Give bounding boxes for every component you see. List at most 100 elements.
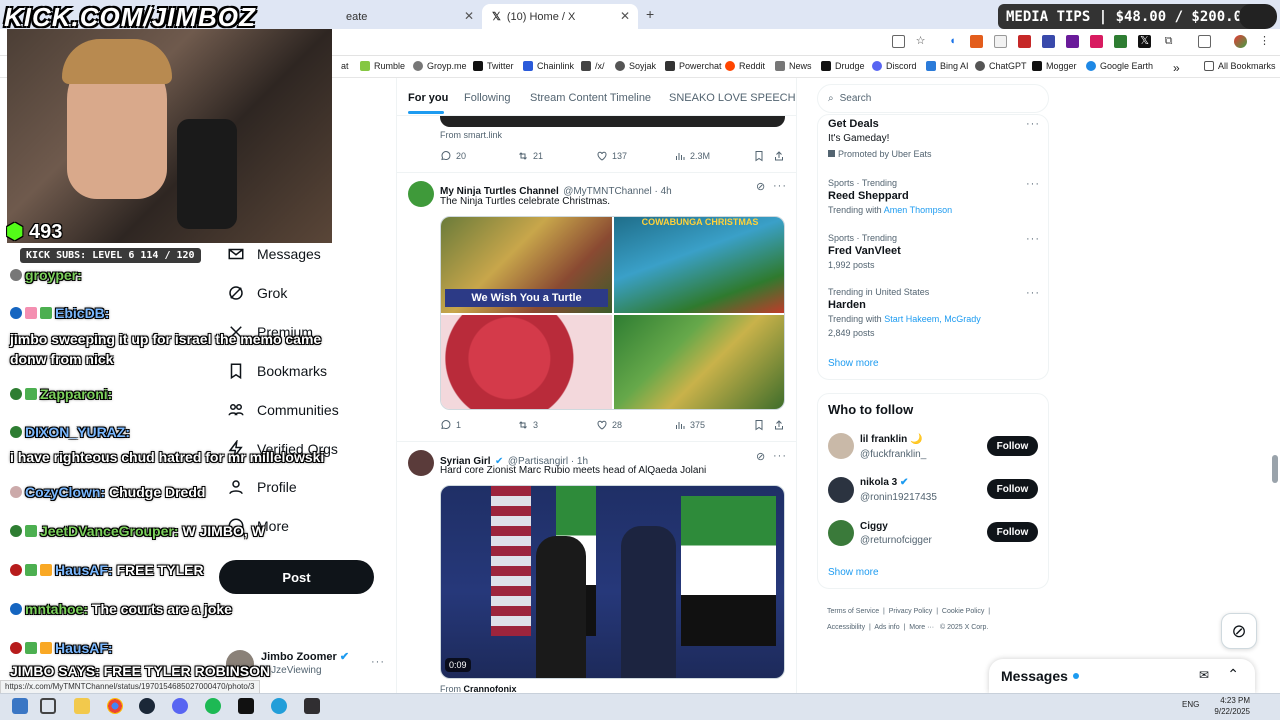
tweet-image[interactable] [614, 315, 784, 409]
tab-for-you[interactable]: For you [408, 92, 448, 104]
follow-button[interactable]: Follow [987, 436, 1038, 456]
footer-link[interactable]: Privacy Policy [889, 608, 933, 615]
show-more-trends-link[interactable]: Show more [828, 358, 879, 369]
bookmark-star-icon[interactable]: ☆ [914, 35, 927, 48]
tab-x-home[interactable]: 𝕏 (10) Home / X ✕ [482, 4, 638, 29]
more-options-icon[interactable]: ··· [1026, 287, 1040, 299]
metamask-extension-icon[interactable] [970, 35, 983, 48]
all-bookmarks-button[interactable]: All Bookmarks [1204, 61, 1276, 71]
link-source[interactable]: From smart.link [440, 130, 502, 140]
task-view-icon[interactable] [40, 698, 56, 714]
like-button[interactable]: 137 [596, 150, 627, 162]
chrome-icon[interactable] [107, 698, 123, 714]
more-bookmarks-button[interactable]: » [1173, 61, 1180, 75]
spotify-icon[interactable] [205, 698, 221, 714]
avatar[interactable] [828, 520, 854, 546]
footer-link[interactable]: Terms of Service [827, 608, 879, 615]
footer-link[interactable]: Cookie Policy [942, 608, 984, 615]
footer-link[interactable]: Ads info [874, 624, 899, 631]
language-indicator[interactable]: ENG [1182, 700, 1199, 709]
expand-icon[interactable]: ⌃ [1227, 666, 1239, 683]
like-button[interactable]: 28 [596, 419, 622, 431]
bookmark-x[interactable]: /x/ [581, 61, 605, 71]
promo-title[interactable]: Get Deals [828, 118, 879, 130]
more-options-icon[interactable]: ··· [773, 450, 787, 462]
bookmark-news[interactable]: News [775, 61, 812, 71]
nav-messages[interactable]: Messages [227, 245, 321, 263]
more-options-icon[interactable]: ··· [773, 180, 787, 192]
grok-icon[interactable]: ⊘ [756, 450, 766, 463]
bookmark-discord[interactable]: Discord [872, 61, 917, 71]
sidebar-toggle-icon[interactable] [1198, 35, 1211, 48]
telegram-icon[interactable] [271, 698, 287, 714]
install-app-icon[interactable] [892, 35, 905, 48]
terminal-icon[interactable] [238, 698, 254, 714]
tab-following[interactable]: Following [464, 92, 510, 104]
follow-button[interactable]: Follow [987, 522, 1038, 542]
follow-button[interactable]: Follow [987, 479, 1038, 499]
trend-name[interactable]: Fred VanVleet [828, 245, 901, 257]
extension-icon[interactable] [1114, 35, 1127, 48]
steam-icon[interactable] [139, 698, 155, 714]
footer-link[interactable]: Accessibility [827, 624, 865, 631]
bookmark-button[interactable] [753, 150, 765, 162]
avatar[interactable] [828, 433, 854, 459]
nav-communities[interactable]: Communities [227, 401, 339, 419]
profile-avatar-icon[interactable] [1234, 35, 1247, 48]
footer-link[interactable]: More ··· [909, 624, 934, 631]
share-button[interactable] [773, 150, 785, 162]
tab-sneako-love-speech[interactable]: SNEAKO LOVE SPEECH [669, 92, 796, 104]
browser-menu-icon[interactable]: ⋮ [1258, 35, 1271, 48]
discord-icon[interactable] [172, 698, 188, 714]
reply-button[interactable]: 1 [440, 419, 461, 431]
suggestion-name[interactable]: lil franklin 🌙 [860, 434, 922, 445]
search-box[interactable]: ⌕ Search [817, 84, 1049, 113]
bookmark-powerchat[interactable]: Powerchat [665, 61, 722, 71]
extension-icon[interactable]: ◖ [946, 35, 959, 48]
close-tab-icon[interactable]: ✕ [620, 9, 630, 23]
repost-button[interactable]: 21 [517, 150, 543, 162]
bookmark-drudge[interactable]: Drudge [821, 61, 865, 71]
scrollbar-thumb[interactable] [1272, 455, 1278, 483]
bookmark-chainlink[interactable]: Chainlink [523, 61, 574, 71]
bookmark-soyjak[interactable]: Soyjak [615, 61, 656, 71]
messages-drawer[interactable]: Messages ✉ ⌃ [989, 659, 1255, 693]
share-button[interactable] [773, 419, 785, 431]
avatar[interactable] [828, 477, 854, 503]
avatar[interactable] [408, 450, 434, 476]
grok-icon[interactable]: ⊘ [756, 180, 766, 193]
account-name[interactable]: Jimbo Zoomer ✔ [261, 650, 349, 663]
search-input[interactable]: Search [840, 93, 872, 104]
suggestion-name[interactable]: nikola 3 ✔ [860, 477, 908, 488]
tab-stream-content-timeline[interactable]: Stream Content Timeline [530, 92, 651, 104]
tab-previous[interactable]: eate ✕ [336, 4, 482, 29]
tweet-image-grid[interactable]: We Wish You a Turtle COWABUNGA CHRISTMAS [440, 216, 785, 410]
repost-button[interactable]: 3 [517, 419, 538, 431]
bookmark-chatgpt[interactable]: ChatGPT [975, 61, 1027, 71]
extension-icon[interactable] [1066, 35, 1079, 48]
bookmark-mogger[interactable]: Mogger [1032, 61, 1077, 71]
nav-grok[interactable]: Grok [227, 284, 287, 302]
bookmark-bing-ai[interactable]: Bing AI [926, 61, 969, 71]
post-button[interactable]: Post [219, 560, 374, 594]
bookmark-groypme[interactable]: Groyp.me [413, 61, 467, 71]
views-button[interactable]: 2.3M [674, 150, 710, 162]
trend-name[interactable]: Reed Sheppard [828, 190, 909, 202]
new-tab-button[interactable]: + [646, 6, 654, 22]
reply-button[interactable]: 20 [440, 150, 466, 162]
suggestion-name[interactable]: Ciggy [860, 521, 888, 532]
close-tab-icon[interactable]: ✕ [464, 9, 474, 23]
more-options-icon[interactable]: ··· [1026, 118, 1040, 130]
trend-name[interactable]: Harden [828, 299, 866, 311]
tweet-image[interactable] [441, 315, 612, 409]
avatar[interactable] [408, 181, 434, 207]
previous-media-tail[interactable] [440, 116, 785, 127]
tweet-video[interactable]: 0:09 [440, 485, 785, 679]
tweet-image[interactable] [614, 217, 784, 313]
bookmark-google-earth[interactable]: Google Earth [1086, 61, 1153, 71]
bookmark-rumble[interactable]: Rumble [360, 61, 405, 71]
windows-start-icon[interactable] [12, 698, 28, 714]
x-extension-icon[interactable]: 𝕏 [1138, 35, 1151, 48]
show-more-follow-link[interactable]: Show more [828, 567, 879, 578]
bookmark-item[interactable]: at [341, 61, 349, 71]
